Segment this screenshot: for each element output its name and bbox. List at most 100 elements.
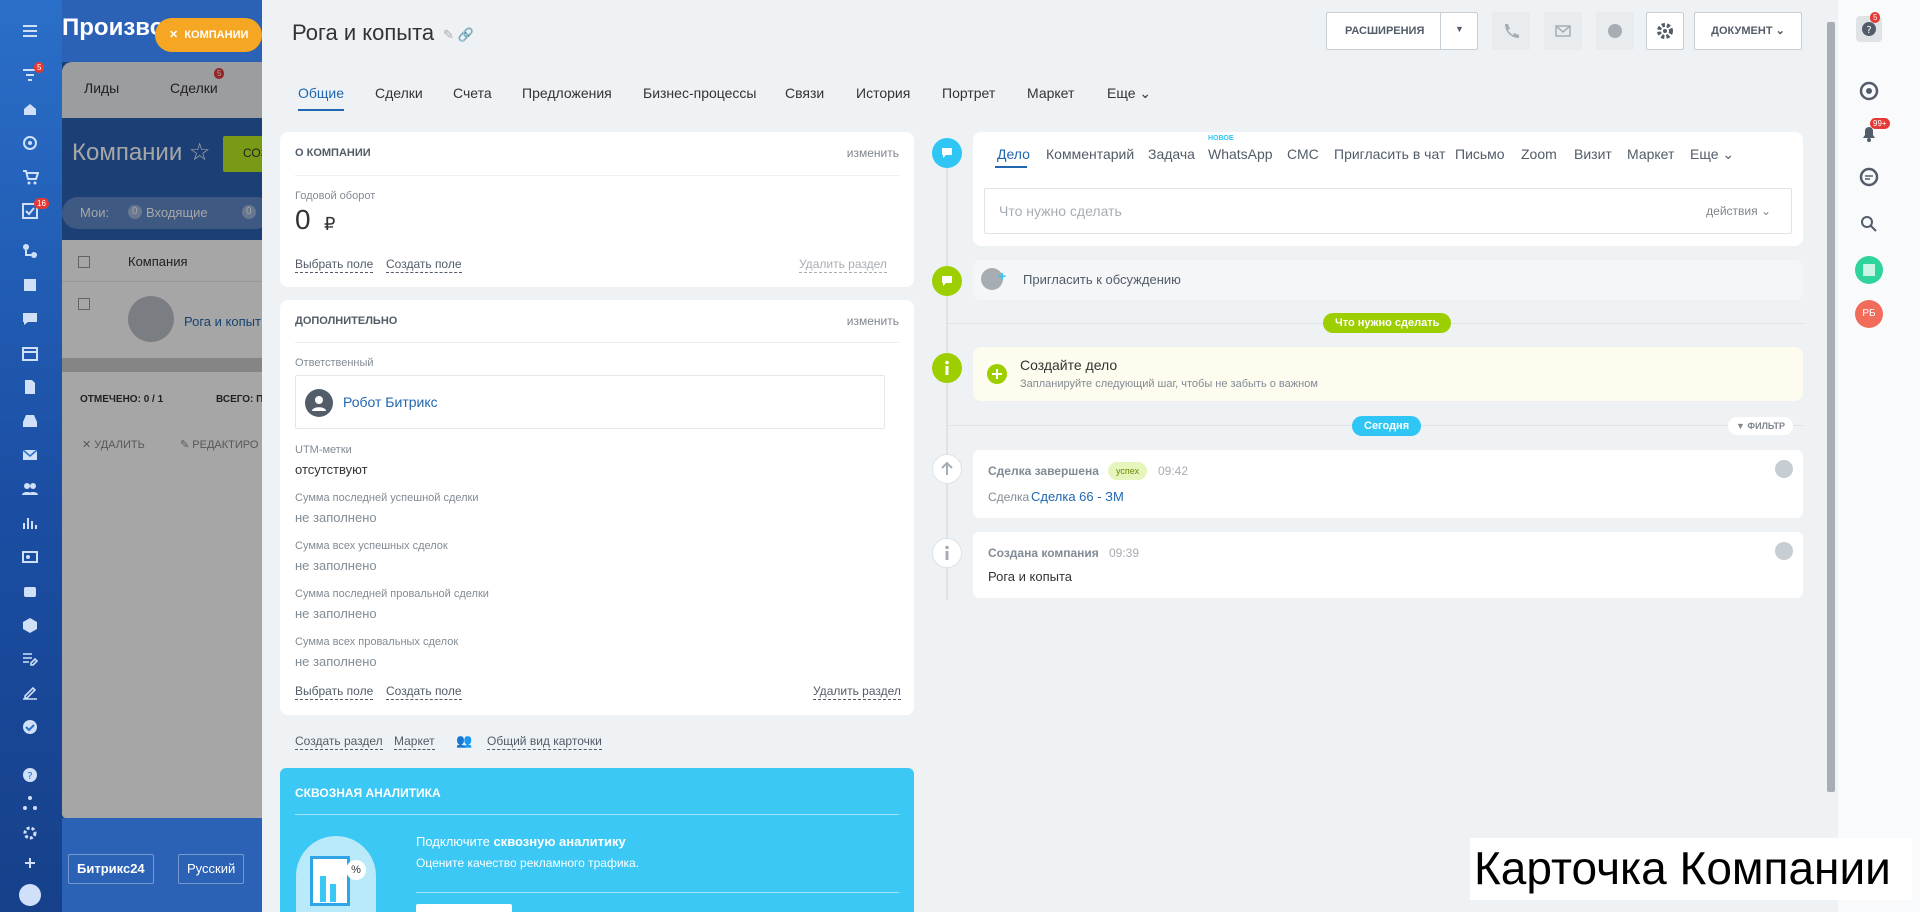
slider-scrollbar[interactable]	[1827, 22, 1835, 792]
language-button[interactable]: Русский	[178, 854, 245, 884]
user-avatar[interactable]: РБ	[1855, 300, 1883, 328]
activity-tab-zoom[interactable]: Zoom	[1521, 146, 1557, 162]
activity-tab-email[interactable]: Письмо	[1455, 146, 1505, 162]
extensions-dropdown[interactable]: ▼	[1440, 12, 1478, 50]
extra-create-field[interactable]: Создать поле	[386, 684, 462, 700]
timeline-filter[interactable]: ▼ ФИЛЬТР	[1728, 417, 1793, 435]
app-icon[interactable]	[1855, 256, 1883, 284]
activity-tab-task[interactable]: Дело	[997, 146, 1030, 162]
market-link[interactable]: Маркет	[394, 734, 435, 750]
tab-deals[interactable]: Сделки	[375, 85, 423, 101]
chat-button[interactable]	[1596, 12, 1634, 50]
chart-icon[interactable]	[21, 514, 39, 532]
activity-tab-todo[interactable]: Задача	[1148, 146, 1195, 162]
responsible-label: Ответственный	[295, 357, 374, 369]
analytics-connect-button[interactable]	[416, 904, 512, 912]
mail-icon[interactable]	[21, 446, 39, 464]
about-edit-link[interactable]: изменить	[847, 146, 899, 160]
caption-label: Карточка Компании	[1470, 838, 1912, 900]
plus-icon[interactable]	[21, 854, 39, 872]
phone-button[interactable]	[1492, 12, 1530, 50]
tab-general[interactable]: Общие	[298, 85, 345, 111]
about-delete-section[interactable]: Удалить раздел	[799, 257, 887, 273]
phone-icon	[1505, 24, 1519, 38]
copilot-icon[interactable]	[1858, 80, 1880, 102]
author-avatar-icon[interactable]	[1775, 460, 1793, 478]
brand-button[interactable]: Битрикс24	[68, 854, 154, 884]
analytics-subtitle: Оцените качество рекламного трафика.	[416, 856, 640, 870]
close-slider-pill[interactable]: ✕ КОМПАНИИ	[155, 18, 263, 52]
common-view-link[interactable]: Общий вид карточки	[487, 734, 602, 750]
messages-icon[interactable]	[1858, 166, 1880, 188]
tab-history[interactable]: История	[856, 85, 910, 101]
create-activity-card[interactable]: Создайте дело Запланируйте следующий шаг…	[973, 347, 1803, 401]
settings-button[interactable]	[1646, 12, 1684, 50]
calendar-icon[interactable]	[21, 344, 39, 362]
deal-link[interactable]: Сделка 66 - ЗМ	[1031, 489, 1124, 504]
tab-business-processes[interactable]: Бизнес-процессы	[643, 85, 756, 101]
extra-edit-link[interactable]: изменить	[847, 314, 899, 328]
analytics-title: СКВОЗНАЯ АНАЛИТИКА	[295, 786, 441, 800]
info-small-icon	[932, 538, 962, 568]
success-badge: успех	[1108, 462, 1148, 480]
robot-icon[interactable]	[21, 582, 39, 600]
target-icon[interactable]	[21, 134, 39, 152]
search-icon[interactable]	[1859, 214, 1879, 234]
tab-invoices[interactable]: Счета	[453, 85, 492, 101]
title-edit-link-icons[interactable]: ✎ 🔗	[443, 27, 474, 43]
activity-tab-more[interactable]: Еще ⌄	[1690, 146, 1734, 163]
dim-overlay	[62, 62, 272, 818]
funnel-icon[interactable]	[21, 242, 39, 260]
activity-tab-visit[interactable]: Визит	[1574, 146, 1612, 162]
author-avatar-icon[interactable]	[1775, 542, 1793, 560]
email-button[interactable]	[1544, 12, 1582, 50]
actions-dropdown[interactable]: действия ⌄	[1706, 204, 1771, 218]
help-icon[interactable]: ?	[21, 766, 39, 784]
nav-tasks-badge: 16	[34, 198, 49, 209]
nav-filter-badge: 5	[34, 62, 45, 73]
responsible-box[interactable]: Робот Битрикс	[295, 375, 885, 429]
tab-links[interactable]: Связи	[785, 85, 824, 101]
activity-tab-whatsapp[interactable]: WhatsApp	[1208, 146, 1273, 162]
group-icon[interactable]	[21, 480, 39, 498]
tab-more[interactable]: Еще ⌄	[1107, 85, 1151, 102]
check-circle-icon[interactable]	[21, 718, 39, 736]
envelope-icon	[1555, 25, 1571, 37]
list-icon[interactable]	[21, 276, 39, 294]
about-select-field[interactable]: Выбрать поле	[295, 257, 374, 273]
tab-quotes[interactable]: Предложения	[522, 85, 612, 101]
field-label: Сумма всех провальных сделок	[295, 636, 459, 648]
cart-icon[interactable]	[21, 168, 39, 186]
activity-tab-comment[interactable]: Комментарий	[1046, 146, 1134, 162]
arrow-up-icon	[932, 454, 962, 484]
about-create-field[interactable]: Создать поле	[386, 257, 462, 273]
settings-icon[interactable]	[21, 824, 39, 842]
extra-select-field[interactable]: Выбрать поле	[295, 684, 374, 700]
activity-tab-market[interactable]: Маркет	[1627, 146, 1674, 162]
invite-bar[interactable]: + Пригласить к обсуждению	[973, 260, 1803, 300]
activity-tab-invite-chat[interactable]: Пригласить в чат	[1334, 146, 1445, 162]
extra-delete-section[interactable]: Удалить раздел	[813, 684, 901, 700]
sign-icon[interactable]	[21, 684, 39, 702]
add-activity-icon[interactable]	[987, 364, 1007, 384]
document-button[interactable]: ДОКУМЕНТ ⌄	[1694, 12, 1802, 50]
inbox-icon[interactable]	[21, 412, 39, 430]
contact-card-icon[interactable]	[21, 548, 39, 566]
edit-list-icon[interactable]	[21, 650, 39, 668]
new-badge: НОВОЕ	[1208, 135, 1234, 142]
activity-tab-sms[interactable]: СМС	[1287, 146, 1319, 162]
create-section-link[interactable]: Создать раздел	[295, 734, 383, 750]
responsible-name[interactable]: Робот Битрикс	[343, 394, 438, 410]
crown-icon[interactable]	[19, 884, 41, 906]
menu-icon[interactable]	[21, 22, 39, 40]
tab-market[interactable]: Маркет	[1027, 85, 1074, 101]
activity-input[interactable]: Что нужно сделать действия ⌄	[984, 188, 1792, 234]
svg-text:?: ?	[1866, 25, 1871, 36]
tab-portrait[interactable]: Портрет	[942, 85, 995, 101]
sitemap-icon[interactable]	[21, 794, 39, 812]
invite-label: Пригласить к обсуждению	[1023, 272, 1181, 287]
box-icon[interactable]	[21, 616, 39, 634]
chat-icon[interactable]	[21, 310, 39, 328]
document-icon[interactable]	[21, 378, 39, 396]
home-icon[interactable]	[21, 100, 39, 118]
